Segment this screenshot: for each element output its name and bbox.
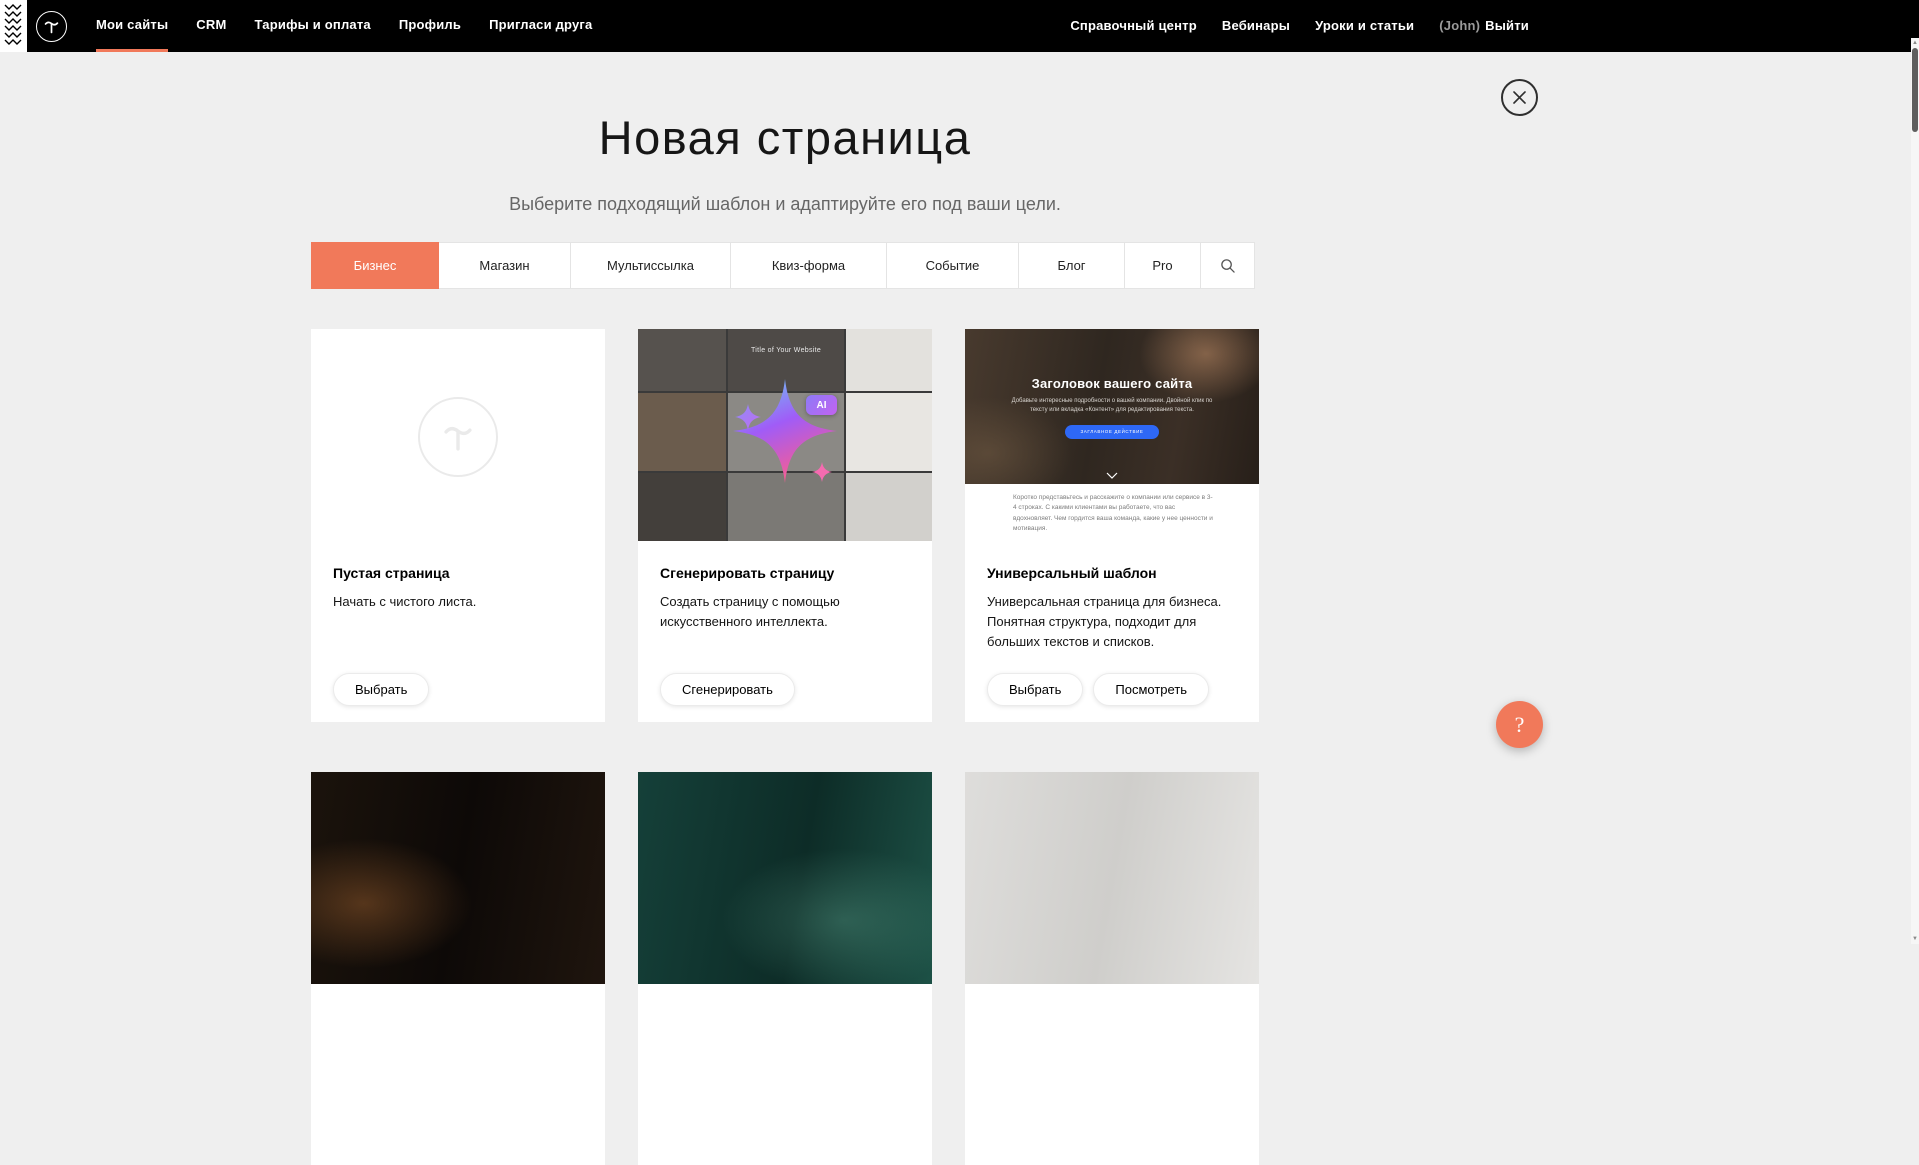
generate-button[interactable]: Сгенерировать bbox=[660, 673, 795, 706]
template-card-partial-2[interactable] bbox=[638, 772, 932, 1165]
ai-preview: Title of Your Website bbox=[638, 329, 932, 541]
nav-webinars[interactable]: Вебинары bbox=[1222, 0, 1290, 52]
template-hero: Заголовок вашего сайта Добавьте интересн… bbox=[965, 329, 1259, 484]
nav-tariffs[interactable]: Тарифы и оплата bbox=[254, 0, 370, 52]
nav-help-center[interactable]: Справочный центр bbox=[1070, 0, 1197, 52]
template-card-ai: Title of Your Website bbox=[638, 329, 932, 722]
template-preview-image bbox=[638, 772, 932, 984]
page-title: Новая страница bbox=[311, 110, 1259, 165]
nav-right-group: Справочный центр Вебинары Уроки и статьи… bbox=[1070, 0, 1919, 52]
universal-preview: Заголовок вашего сайта Добавьте интересн… bbox=[965, 329, 1259, 541]
close-icon bbox=[1512, 90, 1527, 105]
blank-preview bbox=[311, 329, 605, 541]
tab-store[interactable]: Магазин bbox=[439, 242, 571, 289]
card-title: Пустая страница bbox=[333, 565, 583, 581]
template-card-blank: Пустая страница Начать с чистого листа. … bbox=[311, 329, 605, 722]
tab-pro[interactable]: Pro bbox=[1125, 242, 1201, 289]
search-icon bbox=[1220, 258, 1235, 273]
search-templates-button[interactable] bbox=[1201, 242, 1255, 289]
collage-site-title: Title of Your Website bbox=[728, 347, 844, 354]
new-page-dialog: Новая страница Выберите подходящий шабло… bbox=[311, 52, 1259, 1165]
scroll-down-arrow[interactable]: ▼ bbox=[1911, 935, 1919, 943]
template-card-universal: Заголовок вашего сайта Добавьте интересн… bbox=[965, 329, 1259, 722]
choose-blank-button[interactable]: Выбрать bbox=[333, 673, 429, 706]
nav-logout[interactable]: (John) Выйти bbox=[1439, 0, 1529, 52]
preview-universal-button[interactable]: Посмотреть bbox=[1093, 673, 1209, 706]
nav-crm[interactable]: CRM bbox=[196, 0, 226, 52]
card-description: Начать с чистого листа. bbox=[333, 592, 583, 612]
logout-label: Выйти bbox=[1485, 18, 1529, 33]
choose-universal-button[interactable]: Выбрать bbox=[987, 673, 1083, 706]
tab-blog[interactable]: Блог bbox=[1019, 242, 1125, 289]
tab-quiz[interactable]: Квиз-форма bbox=[731, 242, 887, 289]
top-nav-bar: Мои сайты CRM Тарифы и оплата Профиль Пр… bbox=[27, 0, 1919, 52]
scrollbar-thumb[interactable] bbox=[1912, 48, 1918, 132]
tab-event[interactable]: Событие bbox=[887, 242, 1019, 289]
template-category-tabs: Бизнес Магазин Мультиссылка Квиз-форма С… bbox=[311, 242, 1259, 289]
template-hero-title: Заголовок вашего сайта bbox=[1032, 376, 1193, 391]
card-title: Сгенерировать страницу bbox=[660, 565, 910, 581]
close-button[interactable] bbox=[1501, 79, 1538, 116]
nav-lessons[interactable]: Уроки и статьи bbox=[1315, 0, 1414, 52]
tilda-logo-icon bbox=[43, 18, 60, 35]
scrollbar[interactable]: ▲ ▼ bbox=[1911, 0, 1919, 944]
card-description: Создать страницу с помощью искусственног… bbox=[660, 592, 910, 632]
help-button[interactable]: ? bbox=[1496, 701, 1543, 748]
ai-sparkle-icon bbox=[710, 356, 860, 506]
nav-invite-friend[interactable]: Пригласи друга bbox=[489, 0, 592, 52]
template-preview-image bbox=[311, 772, 605, 984]
template-preview-image bbox=[965, 772, 1259, 984]
template-hero-subtext: Добавьте интересные подробности о вашей … bbox=[1006, 397, 1218, 416]
tab-multilink[interactable]: Мультиссылка bbox=[571, 242, 731, 289]
left-edge-decoration bbox=[0, 0, 27, 52]
template-grid: Пустая страница Начать с чистого листа. … bbox=[311, 329, 1259, 1165]
template-body-text: Коротко представьтесь и расскажите о ком… bbox=[965, 484, 1259, 541]
nav-my-sites[interactable]: Мои сайты bbox=[96, 0, 168, 52]
page-subtitle: Выберите подходящий шаблон и адаптируйте… bbox=[311, 194, 1259, 215]
card-title: Универсальный шаблон bbox=[987, 565, 1237, 581]
nav-profile[interactable]: Профиль bbox=[399, 0, 461, 52]
tab-business[interactable]: Бизнес bbox=[311, 242, 439, 289]
zigzag-pattern-icon bbox=[4, 3, 23, 49]
scroll-up-arrow[interactable]: ▲ bbox=[1911, 39, 1919, 47]
tilda-logo[interactable] bbox=[36, 11, 67, 42]
chevron-down-icon bbox=[1106, 472, 1118, 479]
tilda-watermark-icon bbox=[418, 397, 498, 477]
template-hero-cta: ЗАГЛАВНОЕ ДЕЙСТВИЕ bbox=[1065, 425, 1158, 439]
nav-left-group: Мои сайты CRM Тарифы и оплата Профиль Пр… bbox=[96, 0, 620, 52]
ai-badge: AI bbox=[806, 395, 837, 415]
card-description: Универсальная страница для бизнеса. Поня… bbox=[987, 592, 1237, 652]
scrollbar-top-cap bbox=[1911, 0, 1919, 38]
user-name: (John) bbox=[1439, 18, 1480, 33]
template-card-partial-3[interactable] bbox=[965, 772, 1259, 1165]
template-card-partial-1[interactable] bbox=[311, 772, 605, 1165]
